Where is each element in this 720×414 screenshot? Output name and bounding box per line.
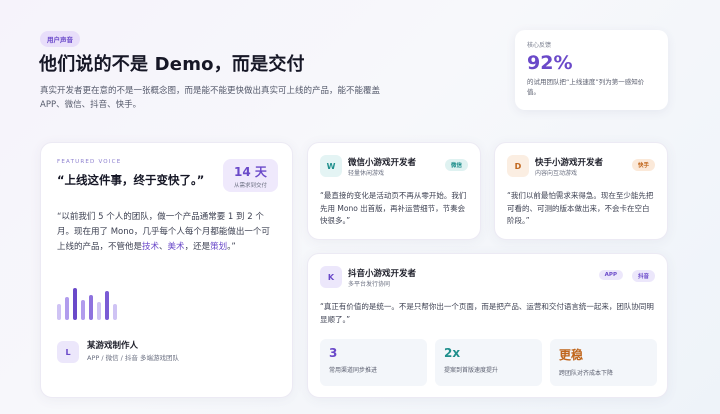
quote-text: ，还是 [184,242,211,252]
metric-value: 更稳 [559,348,584,362]
metric-value: 2x [444,346,461,360]
metric-desc: 跨团队对齐成本下降 [559,370,614,377]
douyin-pill: 抖音 [631,270,655,282]
kuaishou-quote: “我们以前最怕需求来得急。现在至少能先把可看的、可测的版本做出来，不会卡在空白阶… [507,191,654,225]
quote-highlight-tech: 技术 [142,242,160,252]
kuaishou-subtitle: 内容向互动游戏 [535,170,578,177]
douyin-subtitle: 多平台发行协同 [348,281,391,288]
metric-alignment: 更稳 跨团队对齐成本下降 [550,339,657,386]
wechat-avatar: W [320,155,342,177]
decorative-bar [73,288,77,320]
author-avatar: L [57,341,79,363]
author-name: 某游戏制作人 [87,341,139,351]
kuaishou-testimonial-card: D 快手小游戏开发者 内容向互动游戏 快手 “我们以前最怕需求来得急。现在至少能… [494,142,668,240]
wechat-pill: 微信 [444,159,468,171]
wechat-testimonial-card: W 微信小游戏开发者 轻量休闲游戏 微信 “最直接的变化是活动页不再从零开始。我… [307,142,481,240]
metric-speed: 2x 提案到首版速度提升 [435,339,542,386]
featured-testimonial-card: FEATURED VOICE “上线这件事，终于变快了。” 14 天 从需求到交… [40,142,293,398]
metric-desc: 提案到首版速度提升 [444,367,499,374]
kuaishou-pill: 快手 [631,159,655,171]
douyin-title: 抖音小游戏开发者 [348,269,417,279]
decorative-bars [57,284,137,320]
kuaishou-avatar: D [507,155,529,177]
author-role: APP / 微信 / 抖音 多端游戏团队 [87,354,179,362]
app-pill: APP [598,270,623,280]
wechat-quote: “最直接的变化是活动页不再从零开始。我们先用 Mono 出首版，再补运营细节，节… [320,191,467,225]
wechat-subtitle: 轻量休闲游戏 [348,170,385,177]
stat-label: 核心反馈 [527,42,552,49]
days-caption: 从需求到交付 [233,183,267,189]
quote-text: 、 [159,242,168,252]
card-header: D 快手小游戏开发者 内容向互动游戏 快手 [507,155,655,181]
stat-value: 92% [527,52,573,74]
douyin-avatar: K [320,266,342,288]
metric-desc: 常用渠道同步推进 [329,367,378,374]
decorative-bar [89,295,93,320]
decorative-bar [113,304,117,320]
card-header: W 微信小游戏开发者 轻量休闲游戏 微信 [320,155,468,181]
douyin-quote: “真正有价值的是统一。不是只帮你出一个页面，而是把产品、运营和交付语言统一起来，… [320,302,654,324]
quote-text: 。” [227,242,236,252]
kuaishou-title: 快手小游戏开发者 [535,158,604,168]
stat-description: 的试用团队把“上线速度”列为第一感知价值。 [527,78,645,96]
page-subtitle: 真实开发者更在意的不是一张概念图，而是能不能更快做出真实可上线的产品，能不能覆盖… [40,86,381,110]
card-header: K 抖音小游戏开发者 多平台发行协同 APP 抖音 [320,266,655,292]
featured-quote: “以前我们 5 个人的团队，做一个产品通常要 1 到 2 个月。现在用了 Mon… [57,210,276,255]
page-title: 他们说的不是 Demo，而是交付 [39,54,305,75]
days-value: 14 天 [234,165,267,179]
wechat-title: 微信小游戏开发者 [348,158,417,168]
decorative-bar [65,297,69,320]
metric-channels: 3 常用渠道同步推进 [320,339,427,386]
top-badge: 用户声音 [40,31,80,47]
stat-card: 核心反馈 92% 的试用团队把“上线速度”列为第一感知价值。 [515,30,668,110]
decorative-bar [97,302,101,320]
delivery-days-badge: 14 天 从需求到交付 [223,159,278,192]
quote-highlight-art: 美术 [167,242,185,252]
decorative-bar [57,304,61,320]
decorative-bar [105,291,109,320]
quote-highlight-design: 策划 [210,242,228,252]
douyin-testimonial-card: K 抖音小游戏开发者 多平台发行协同 APP 抖音 “真正有价值的是统一。不是只… [307,253,668,398]
metric-value: 3 [329,346,338,360]
decorative-bar [81,300,85,320]
